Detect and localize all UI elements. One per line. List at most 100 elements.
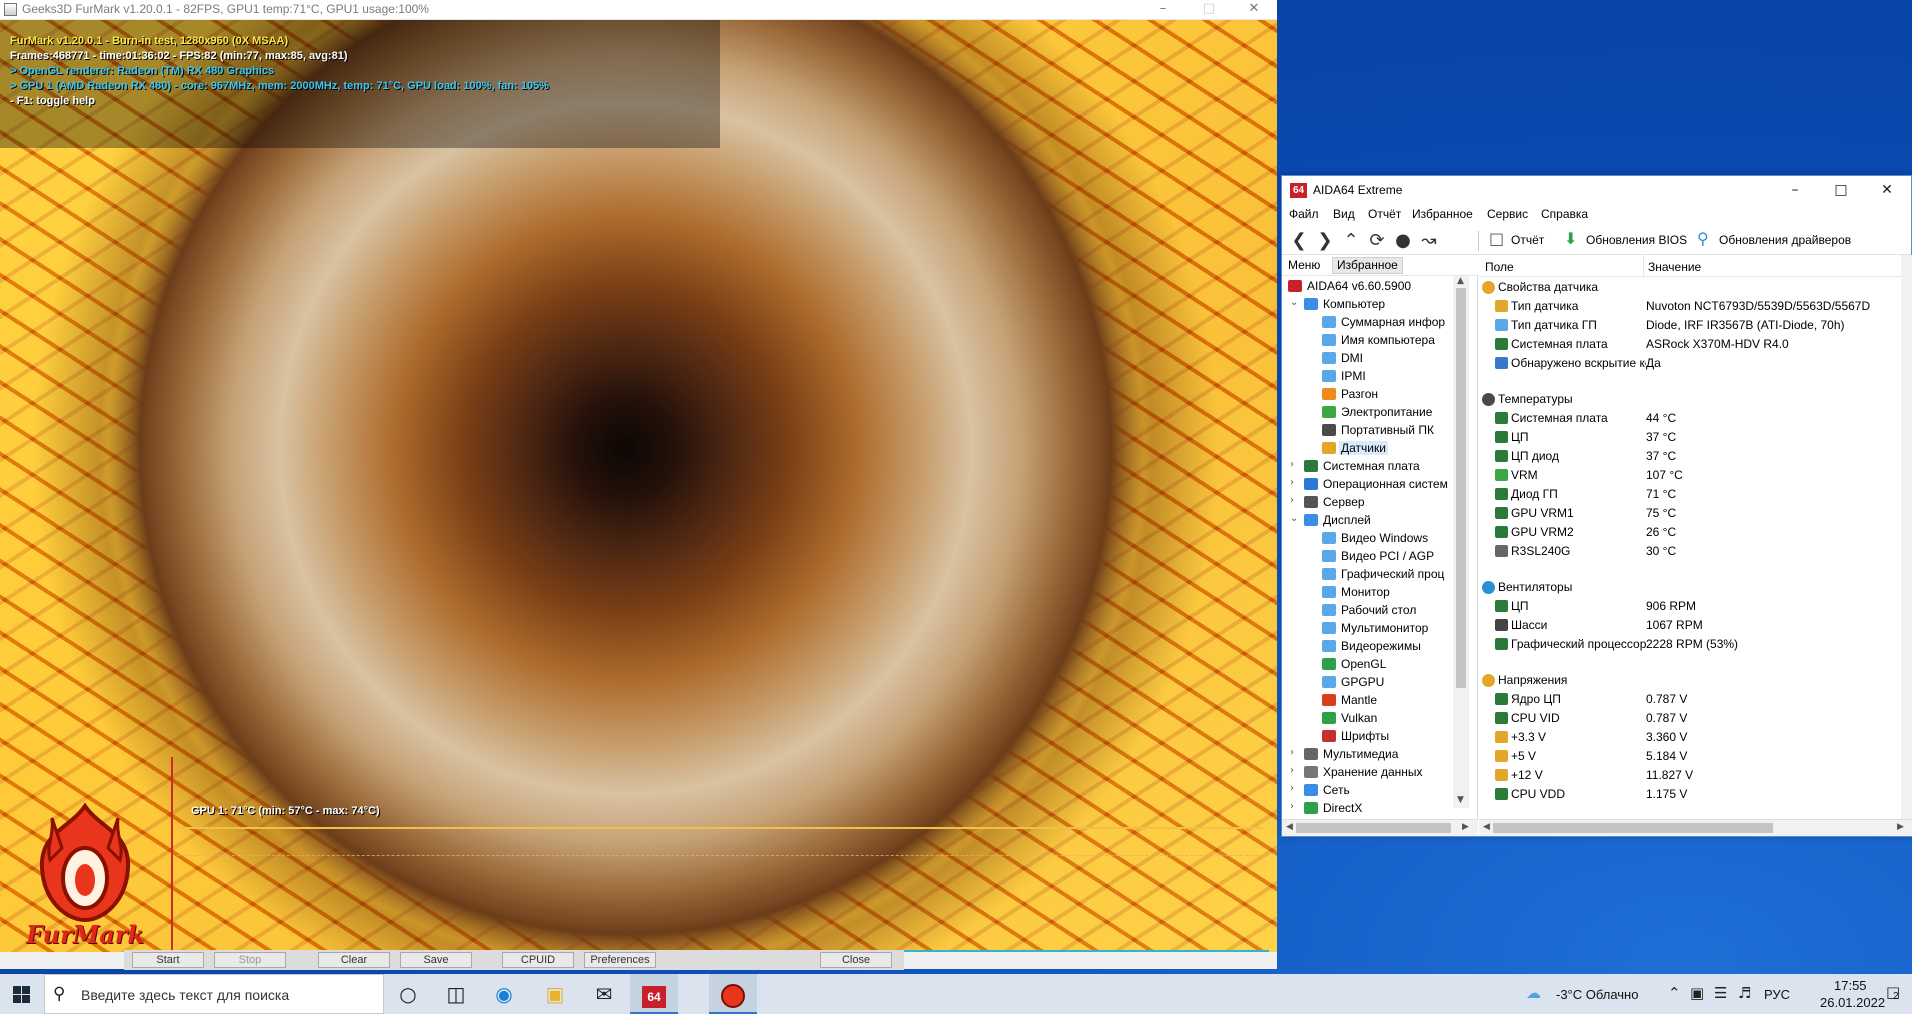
save-button[interactable]: Save xyxy=(400,952,472,968)
sensor-section[interactable]: Температуры xyxy=(1479,390,1912,409)
chevron-right-icon[interactable]: › xyxy=(1290,495,1294,506)
user-icon[interactable]: ● xyxy=(1392,230,1414,252)
tree-item[interactable]: Разгон xyxy=(1282,386,1452,404)
chevron-left-icon[interactable]: ◀ xyxy=(1483,822,1490,832)
cortana-icon[interactable]: ○ xyxy=(384,974,432,1014)
sensor-row[interactable]: CPU VDD 1.175 V xyxy=(1479,785,1912,804)
cpuid-button[interactable]: CPUID xyxy=(502,952,574,968)
language-indicator[interactable]: РУС xyxy=(1764,987,1790,1002)
chevron-up-icon[interactable]: ⌃ xyxy=(1668,984,1681,1002)
sensor-section[interactable]: Свойства датчика xyxy=(1479,278,1912,297)
tree-scroll-thumb[interactable] xyxy=(1456,288,1466,688)
minimize-icon[interactable]: – xyxy=(1772,178,1818,202)
close-icon[interactable]: ✕ xyxy=(1864,178,1910,202)
tree-item[interactable]: Имя компьютера xyxy=(1282,332,1452,350)
start-button[interactable]: Start xyxy=(132,952,204,968)
chevron-down-icon[interactable]: ⌄ xyxy=(1290,513,1298,524)
sensor-row[interactable]: Диод ГП 71 °C xyxy=(1479,485,1912,504)
sensor-row[interactable]: Обнаружено вскрытие кор...Да xyxy=(1479,354,1912,373)
tree-item[interactable]: Видео PCI / AGP xyxy=(1282,548,1452,566)
sensor-row[interactable]: Тип датчика ГП Diode, IRF IR3567B (ATI-Di… xyxy=(1479,316,1912,335)
start-button[interactable] xyxy=(0,974,44,1014)
tree-item[interactable]: Рабочий стол xyxy=(1282,602,1452,620)
sensor-row[interactable]: Системная плата ASRock X370M-HDV R4.0 xyxy=(1479,335,1912,354)
tree-item[interactable]: IPMI xyxy=(1282,368,1452,386)
taskbar-search-box[interactable]: ⚲ Введите здесь текст для поиска xyxy=(44,974,384,1014)
taskbar-furmark-icon[interactable] xyxy=(709,974,757,1014)
column-separator[interactable] xyxy=(1643,255,1644,277)
chevron-right-icon[interactable]: ▶ xyxy=(1462,822,1469,832)
menu-help[interactable]: Справка xyxy=(1541,207,1588,221)
tree-item[interactable]: Видео Windows xyxy=(1282,530,1452,548)
file-explorer-icon[interactable]: ▣ xyxy=(531,974,579,1014)
report-icon[interactable]: □ xyxy=(1489,229,1504,248)
chevron-up-icon[interactable]: ▲ xyxy=(1457,276,1464,286)
tree-item[interactable]: Портативный ПК xyxy=(1282,422,1452,440)
tree-item[interactable]: Суммарная инфор xyxy=(1282,314,1452,332)
driver-updates-button[interactable]: Обновления драйверов xyxy=(1719,233,1851,247)
sensor-section[interactable]: Напряжения xyxy=(1479,671,1912,690)
refresh-icon[interactable]: ⟳ xyxy=(1366,230,1388,252)
tree-item[interactable]: Датчики xyxy=(1282,440,1452,458)
tree-item[interactable]: Шрифты xyxy=(1282,728,1452,746)
volume-icon[interactable]: ♬ xyxy=(1738,984,1751,1002)
tree-vertical-scrollbar[interactable]: ▲ ▼ xyxy=(1453,276,1469,808)
sensor-row[interactable]: ЦП диод 37 °C xyxy=(1479,447,1912,466)
weather-cloud-icon[interactable]: ☁ xyxy=(1526,984,1541,1002)
sensor-row[interactable]: Ядро ЦП 0.787 V xyxy=(1479,690,1912,709)
aida64-titlebar[interactable]: 64 AIDA64 Extreme – □ ✕ xyxy=(1282,176,1911,204)
tree-item[interactable]: OpenGL xyxy=(1282,656,1452,674)
menu-favorites[interactable]: Избранное xyxy=(1412,207,1473,221)
chevron-right-icon[interactable]: ▶ xyxy=(1897,822,1904,832)
chevron-right-icon[interactable]: › xyxy=(1290,801,1294,812)
tree-item[interactable]: › Сервер xyxy=(1282,494,1452,512)
tree-item[interactable]: AIDA64 v6.60.5900 xyxy=(1282,278,1452,296)
maximize-icon[interactable]: □ xyxy=(1818,178,1864,202)
close-icon[interactable]: ✕ xyxy=(1231,0,1277,20)
tab-menu[interactable]: Меню xyxy=(1288,258,1321,272)
search-icon[interactable]: ⚲ xyxy=(1697,229,1709,248)
sensor-row[interactable]: +5 V 5.184 V xyxy=(1479,747,1912,766)
sensor-row[interactable]: GPU VRM2 26 °C xyxy=(1479,523,1912,542)
sensor-section[interactable]: Вентиляторы xyxy=(1479,578,1912,597)
tree-item[interactable]: › Операционная систем xyxy=(1282,476,1452,494)
sensor-row[interactable]: Тип датчика Nuvoton NCT6793D/5539D/5563D/… xyxy=(1479,297,1912,316)
tree-item[interactable]: DMI xyxy=(1282,350,1452,368)
menu-file[interactable]: Файл xyxy=(1289,207,1319,221)
chevron-left-icon[interactable]: ◀ xyxy=(1286,822,1293,832)
chart-icon[interactable]: ↝ xyxy=(1418,230,1440,252)
clock-date[interactable]: 26.01.2022 xyxy=(1820,995,1885,1010)
clear-button[interactable]: Clear xyxy=(318,952,390,968)
menu-service[interactable]: Сервис xyxy=(1487,207,1528,221)
bios-update-icon[interactable]: ⬇ xyxy=(1564,229,1577,248)
chevron-down-icon[interactable]: ▼ xyxy=(1457,795,1464,805)
tree-item[interactable]: Видеорежимы xyxy=(1282,638,1452,656)
bios-updates-button[interactable]: Обновления BIOS xyxy=(1586,233,1687,247)
grid-vertical-scrollbar[interactable] xyxy=(1901,255,1912,819)
up-icon[interactable]: ⌃ xyxy=(1340,230,1362,252)
menu-view[interactable]: Вид xyxy=(1333,207,1355,221)
furmark-titlebar[interactable]: Geeks3D FurMark v1.20.0.1 - 82FPS, GPU1 … xyxy=(0,0,1277,20)
tree-item[interactable]: › Мультимедиа xyxy=(1282,746,1452,764)
chevron-down-icon[interactable]: ⌄ xyxy=(1290,297,1298,308)
sensor-row[interactable]: R3SL240G 30 °C xyxy=(1479,542,1912,561)
tree-item[interactable]: › Системная плата xyxy=(1282,458,1452,476)
tree-item[interactable]: ⌄ Компьютер xyxy=(1282,296,1452,314)
chevron-right-icon[interactable]: › xyxy=(1290,477,1294,488)
edge-browser-icon[interactable]: ◉ xyxy=(480,974,528,1014)
report-button[interactable]: Отчёт xyxy=(1511,233,1544,247)
tree-item[interactable]: Мультимонитор xyxy=(1282,620,1452,638)
tree-item[interactable]: › DirectX xyxy=(1282,800,1452,818)
sensor-row[interactable]: Шасси 1067 RPM xyxy=(1479,616,1912,635)
taskbar-aida64-icon[interactable]: 64 xyxy=(630,974,678,1014)
back-icon[interactable]: ❮ xyxy=(1288,230,1310,252)
tree-item[interactable]: › Сеть xyxy=(1282,782,1452,800)
device-icon[interactable]: ▣ xyxy=(1690,984,1704,1002)
chevron-right-icon[interactable]: › xyxy=(1290,765,1294,776)
grid-horizontal-scrollbar[interactable]: ◀ ▶ xyxy=(1479,819,1912,836)
grid-hscroll-thumb[interactable] xyxy=(1493,823,1773,833)
tree-item[interactable]: › Хранение данных xyxy=(1282,764,1452,782)
network-icon[interactable]: ☰ xyxy=(1714,984,1727,1002)
sensor-row[interactable]: VRM 107 °C xyxy=(1479,466,1912,485)
tab-favorites[interactable]: Избранное xyxy=(1332,257,1403,274)
